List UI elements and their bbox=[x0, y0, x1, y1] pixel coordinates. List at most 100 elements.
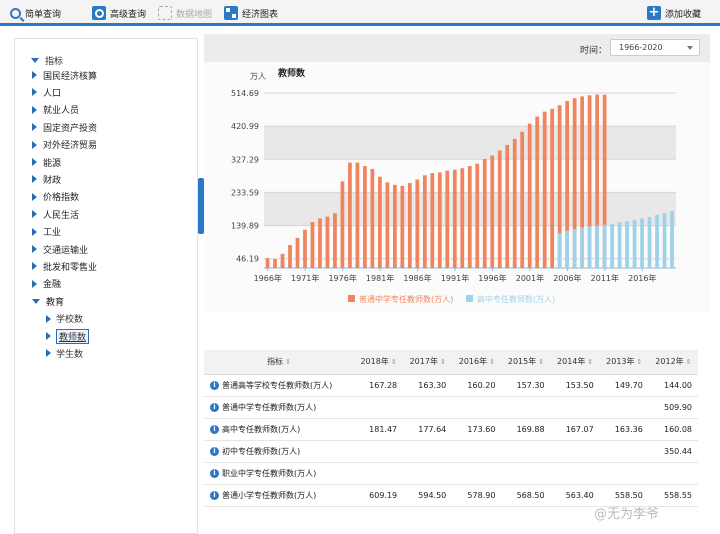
y-tick-label: 233.59 bbox=[231, 188, 259, 197]
info-icon[interactable]: i bbox=[210, 446, 219, 456]
bar-middle-school bbox=[535, 116, 540, 268]
advanced-query-button[interactable]: 高级查询 bbox=[92, 5, 146, 21]
table-cell: 173.60 bbox=[452, 418, 502, 441]
sidebar-item-4[interactable]: 对外经济贸易 bbox=[32, 138, 97, 152]
table-row: i 普通高等学校专任教师数(万人) 167.28 163.30 160.20 157.30… bbox=[204, 374, 698, 397]
bar-middle-school bbox=[355, 162, 360, 268]
legend-swatch bbox=[348, 295, 355, 302]
bar-middle-school bbox=[430, 173, 435, 268]
x-tick-label: 1996年 bbox=[478, 273, 506, 283]
y-tick-label: 139.89 bbox=[231, 222, 259, 231]
caret-right-icon bbox=[32, 262, 37, 271]
sidebar-subitem-0[interactable]: 学校数 bbox=[46, 312, 83, 326]
chart-title: 教师数 bbox=[277, 67, 306, 79]
table-header-year[interactable]: 2017年 ⇕ bbox=[403, 350, 453, 375]
legend-swatch bbox=[466, 295, 473, 302]
table-header-year[interactable]: 2014年 ⇕ bbox=[550, 350, 600, 375]
caret-right-icon bbox=[32, 105, 37, 114]
bar-middle-school bbox=[527, 123, 532, 268]
sort-icon: ⇕ bbox=[285, 358, 291, 367]
sidebar-item-0[interactable]: 国民经济核算 bbox=[32, 68, 97, 82]
table-cell bbox=[648, 462, 698, 485]
sort-icon: ⇕ bbox=[439, 358, 446, 367]
table-cell bbox=[501, 440, 551, 463]
bar-middle-school bbox=[445, 170, 450, 268]
bar-high-school bbox=[655, 214, 659, 268]
sidebar-item-3[interactable]: 固定资产投资 bbox=[32, 120, 97, 134]
table-cell bbox=[452, 462, 502, 485]
bar-high-school bbox=[640, 218, 644, 268]
row-indicator-name: i 高中专任教师数(万人) bbox=[204, 418, 354, 441]
sidebar-item-6[interactable]: 财政 bbox=[32, 172, 61, 186]
info-icon[interactable]: i bbox=[210, 380, 219, 390]
search-icon bbox=[10, 7, 21, 19]
row-indicator-name: i 普通中学专任教师数(万人) bbox=[204, 396, 354, 419]
sort-icon: ⇕ bbox=[489, 358, 495, 367]
bar-high-school bbox=[565, 230, 570, 268]
sidebar-subitem-1[interactable]: 教师数 bbox=[46, 328, 90, 344]
sidebar-item-10[interactable]: 交通运输业 bbox=[32, 242, 88, 256]
table-header-year[interactable]: 2015年 ⇕ bbox=[501, 350, 551, 375]
sidebar-item-5[interactable]: 能源 bbox=[32, 155, 61, 169]
sidebar-item-9[interactable]: 工业 bbox=[32, 225, 61, 239]
bar-middle-school bbox=[482, 159, 487, 268]
table-row: i 普通中学专任教师数(万人) 509.90 bbox=[204, 396, 698, 419]
table-cell bbox=[599, 440, 649, 463]
sidebar-item-label: 工业 bbox=[43, 228, 62, 239]
bar-high-school bbox=[610, 223, 614, 268]
x-tick-label: 1971年 bbox=[291, 273, 319, 283]
table-header-year[interactable]: 2013年 ⇕ bbox=[599, 350, 649, 375]
sidebar-item-11[interactable]: 批发和零售业 bbox=[32, 259, 97, 273]
sort-icon: ⇕ bbox=[636, 358, 643, 367]
table-cell bbox=[354, 396, 404, 419]
table-header-year[interactable]: 2012年 ⇕ bbox=[648, 350, 698, 375]
bar-high-school bbox=[572, 229, 577, 268]
sidebar-item-label: 对外经济贸易 bbox=[43, 141, 98, 152]
table-header-year[interactable]: 2016年 ⇕ bbox=[452, 350, 502, 375]
data-map-button[interactable]: 数据地图 bbox=[158, 5, 212, 21]
x-tick-label: 2006年 bbox=[553, 273, 581, 283]
table-header-indicator[interactable]: 指标 ⇕ bbox=[204, 350, 354, 375]
table-cell: 144.00 bbox=[648, 374, 698, 397]
econ-chart-label: 经济图表 bbox=[242, 9, 279, 20]
sidebar-item-7[interactable]: 价格指数 bbox=[32, 190, 79, 204]
chart-icon bbox=[224, 6, 238, 20]
sidebar-item-1[interactable]: 人口 bbox=[32, 85, 61, 99]
table-cell: 563.40 bbox=[550, 484, 600, 507]
sidebar-item-label: 人口 bbox=[43, 88, 62, 99]
table-cell: 163.36 bbox=[599, 418, 649, 441]
sidebar-item-13[interactable]: 教育 bbox=[32, 294, 64, 308]
sidebar-subitem-2[interactable]: 学生数 bbox=[46, 346, 83, 360]
add-favorite-button[interactable]: + 添加收藏 bbox=[647, 5, 701, 21]
sidebar-item-8[interactable]: 人民生活 bbox=[32, 207, 79, 221]
filter-bar: 时间： 1966-2020 bbox=[204, 34, 710, 62]
bar-high-school bbox=[557, 233, 562, 268]
table-header-year[interactable]: 2018年 ⇕ bbox=[354, 350, 404, 375]
time-range-select[interactable]: 1966-2020 bbox=[610, 39, 700, 56]
table-cell: 157.30 bbox=[501, 374, 551, 397]
bar-middle-school bbox=[467, 166, 472, 268]
info-icon[interactable]: i bbox=[210, 402, 219, 412]
sidebar-item-2[interactable]: 就业人员 bbox=[32, 103, 79, 117]
info-icon[interactable]: i bbox=[210, 424, 219, 434]
tree-root[interactable]: 指标 bbox=[31, 54, 63, 67]
table-row: i 职业中学专任教师数(万人) bbox=[204, 462, 698, 485]
map-icon bbox=[158, 6, 172, 20]
tree-root-label: 指标 bbox=[45, 57, 64, 67]
bar-middle-school bbox=[407, 183, 412, 268]
caret-right-icon bbox=[46, 332, 51, 340]
bar-high-school bbox=[632, 219, 637, 268]
time-range-value: 1966-2020 bbox=[619, 43, 663, 52]
caret-right-icon bbox=[32, 123, 37, 132]
sidebar-item-label: 能源 bbox=[43, 158, 62, 169]
bar-middle-school bbox=[370, 168, 375, 268]
table-cell: 609.19 bbox=[354, 484, 404, 507]
caret-right-icon bbox=[32, 227, 37, 236]
bar-middle-school bbox=[348, 162, 352, 268]
table-cell: 149.70 bbox=[599, 374, 649, 397]
info-icon[interactable]: i bbox=[210, 468, 219, 478]
sidebar-item-12[interactable]: 金融 bbox=[32, 277, 61, 291]
info-icon[interactable]: i bbox=[210, 490, 219, 500]
econ-chart-button[interactable]: 经济图表 bbox=[224, 5, 278, 21]
simple-query-button[interactable]: 简单查询 bbox=[10, 5, 61, 21]
